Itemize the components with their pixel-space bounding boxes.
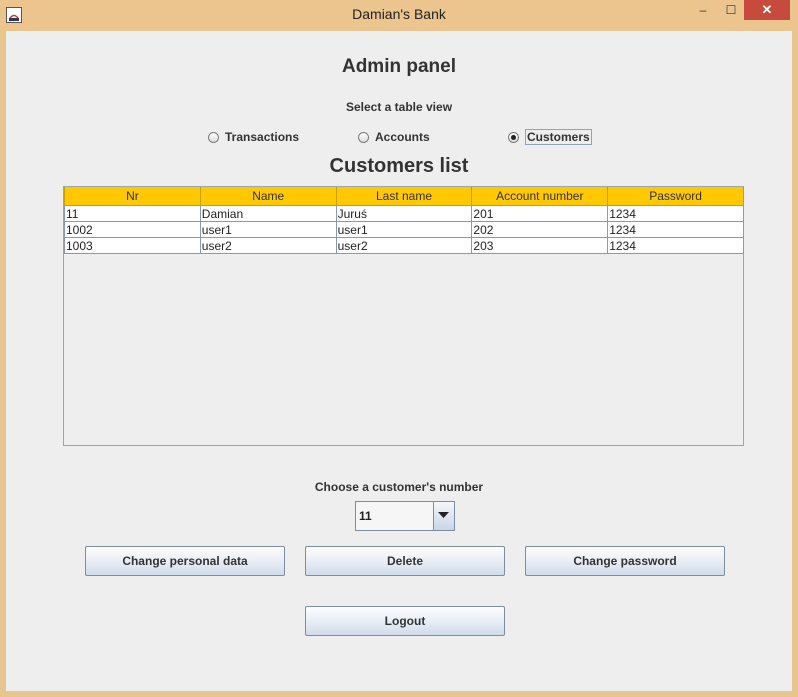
column-header-password[interactable]: Password <box>607 187 744 206</box>
radio-label[interactable]: Accounts <box>375 130 430 144</box>
cell-nr[interactable]: 1002 <box>64 221 201 238</box>
radio-label[interactable]: Transactions <box>225 130 299 144</box>
customers-list-title: Customers list <box>329 155 469 177</box>
chevron-down-icon <box>438 512 449 518</box>
cell-name[interactable]: user1 <box>199 221 337 238</box>
title-bar: Damian's Bank – ☐ ✕ <box>0 0 798 31</box>
radio-button-icon[interactable] <box>358 131 369 143</box>
cell-last-name[interactable]: user2 <box>335 237 473 254</box>
radio-label[interactable]: Customers <box>525 129 592 145</box>
window-title: Damian's Bank <box>352 6 446 22</box>
radio-transactions[interactable]: Transactions <box>208 128 299 146</box>
radio-button-selected-icon[interactable] <box>508 131 519 143</box>
customer-number-combobox[interactable]: 11 <box>355 501 455 531</box>
column-header-nr[interactable]: Nr <box>64 187 201 206</box>
close-button[interactable]: ✕ <box>744 0 790 20</box>
column-header-last-name[interactable]: Last name <box>335 187 473 206</box>
change-password-button[interactable]: Change password <box>525 546 725 576</box>
cell-nr[interactable]: 11 <box>64 205 201 222</box>
radio-accounts[interactable]: Accounts <box>358 128 430 146</box>
cell-account-number[interactable]: 201 <box>471 205 609 222</box>
table-row[interactable]: 1003 user2 user2 203 1234 <box>64 237 744 254</box>
radio-button-icon[interactable] <box>208 131 219 143</box>
cell-account-number[interactable]: 202 <box>471 221 609 238</box>
minimize-button[interactable]: – <box>690 0 716 20</box>
cell-account-number[interactable]: 203 <box>471 237 609 254</box>
table-row[interactable]: 11 Damian Juruś 201 1234 <box>64 205 744 222</box>
cell-password[interactable]: 1234 <box>607 237 744 254</box>
delete-button[interactable]: Delete <box>305 546 505 576</box>
cell-name[interactable]: Damian <box>199 205 337 222</box>
table-header-row: Nr Name Last name Account number Passwor… <box>64 187 744 206</box>
customers-table[interactable]: Nr Name Last name Account number Passwor… <box>63 186 744 446</box>
cell-last-name[interactable]: Juruś <box>335 205 473 222</box>
cell-last-name[interactable]: user1 <box>335 221 473 238</box>
maximize-button[interactable]: ☐ <box>718 0 744 20</box>
dropdown-arrow-button[interactable] <box>433 502 454 530</box>
column-header-account-number[interactable]: Account number <box>471 187 609 206</box>
table-row[interactable]: 1002 user1 user1 202 1234 <box>64 221 744 238</box>
combobox-value[interactable]: 11 <box>359 509 372 523</box>
choose-customer-label: Choose a customer's number <box>314 480 484 494</box>
cell-password[interactable]: 1234 <box>607 205 744 222</box>
cell-password[interactable]: 1234 <box>607 221 744 238</box>
cell-name[interactable]: user2 <box>199 237 337 254</box>
select-view-label: Select a table view <box>345 100 453 114</box>
page-title: Admin panel <box>341 56 456 77</box>
column-header-name[interactable]: Name <box>199 187 337 206</box>
radio-customers[interactable]: Customers <box>508 128 592 146</box>
cell-nr[interactable]: 1003 <box>64 237 201 254</box>
logout-button[interactable]: Logout <box>305 606 505 636</box>
change-personal-data-button[interactable]: Change personal data <box>85 546 285 576</box>
main-panel: Admin panel Select a table view Transact… <box>6 31 792 691</box>
